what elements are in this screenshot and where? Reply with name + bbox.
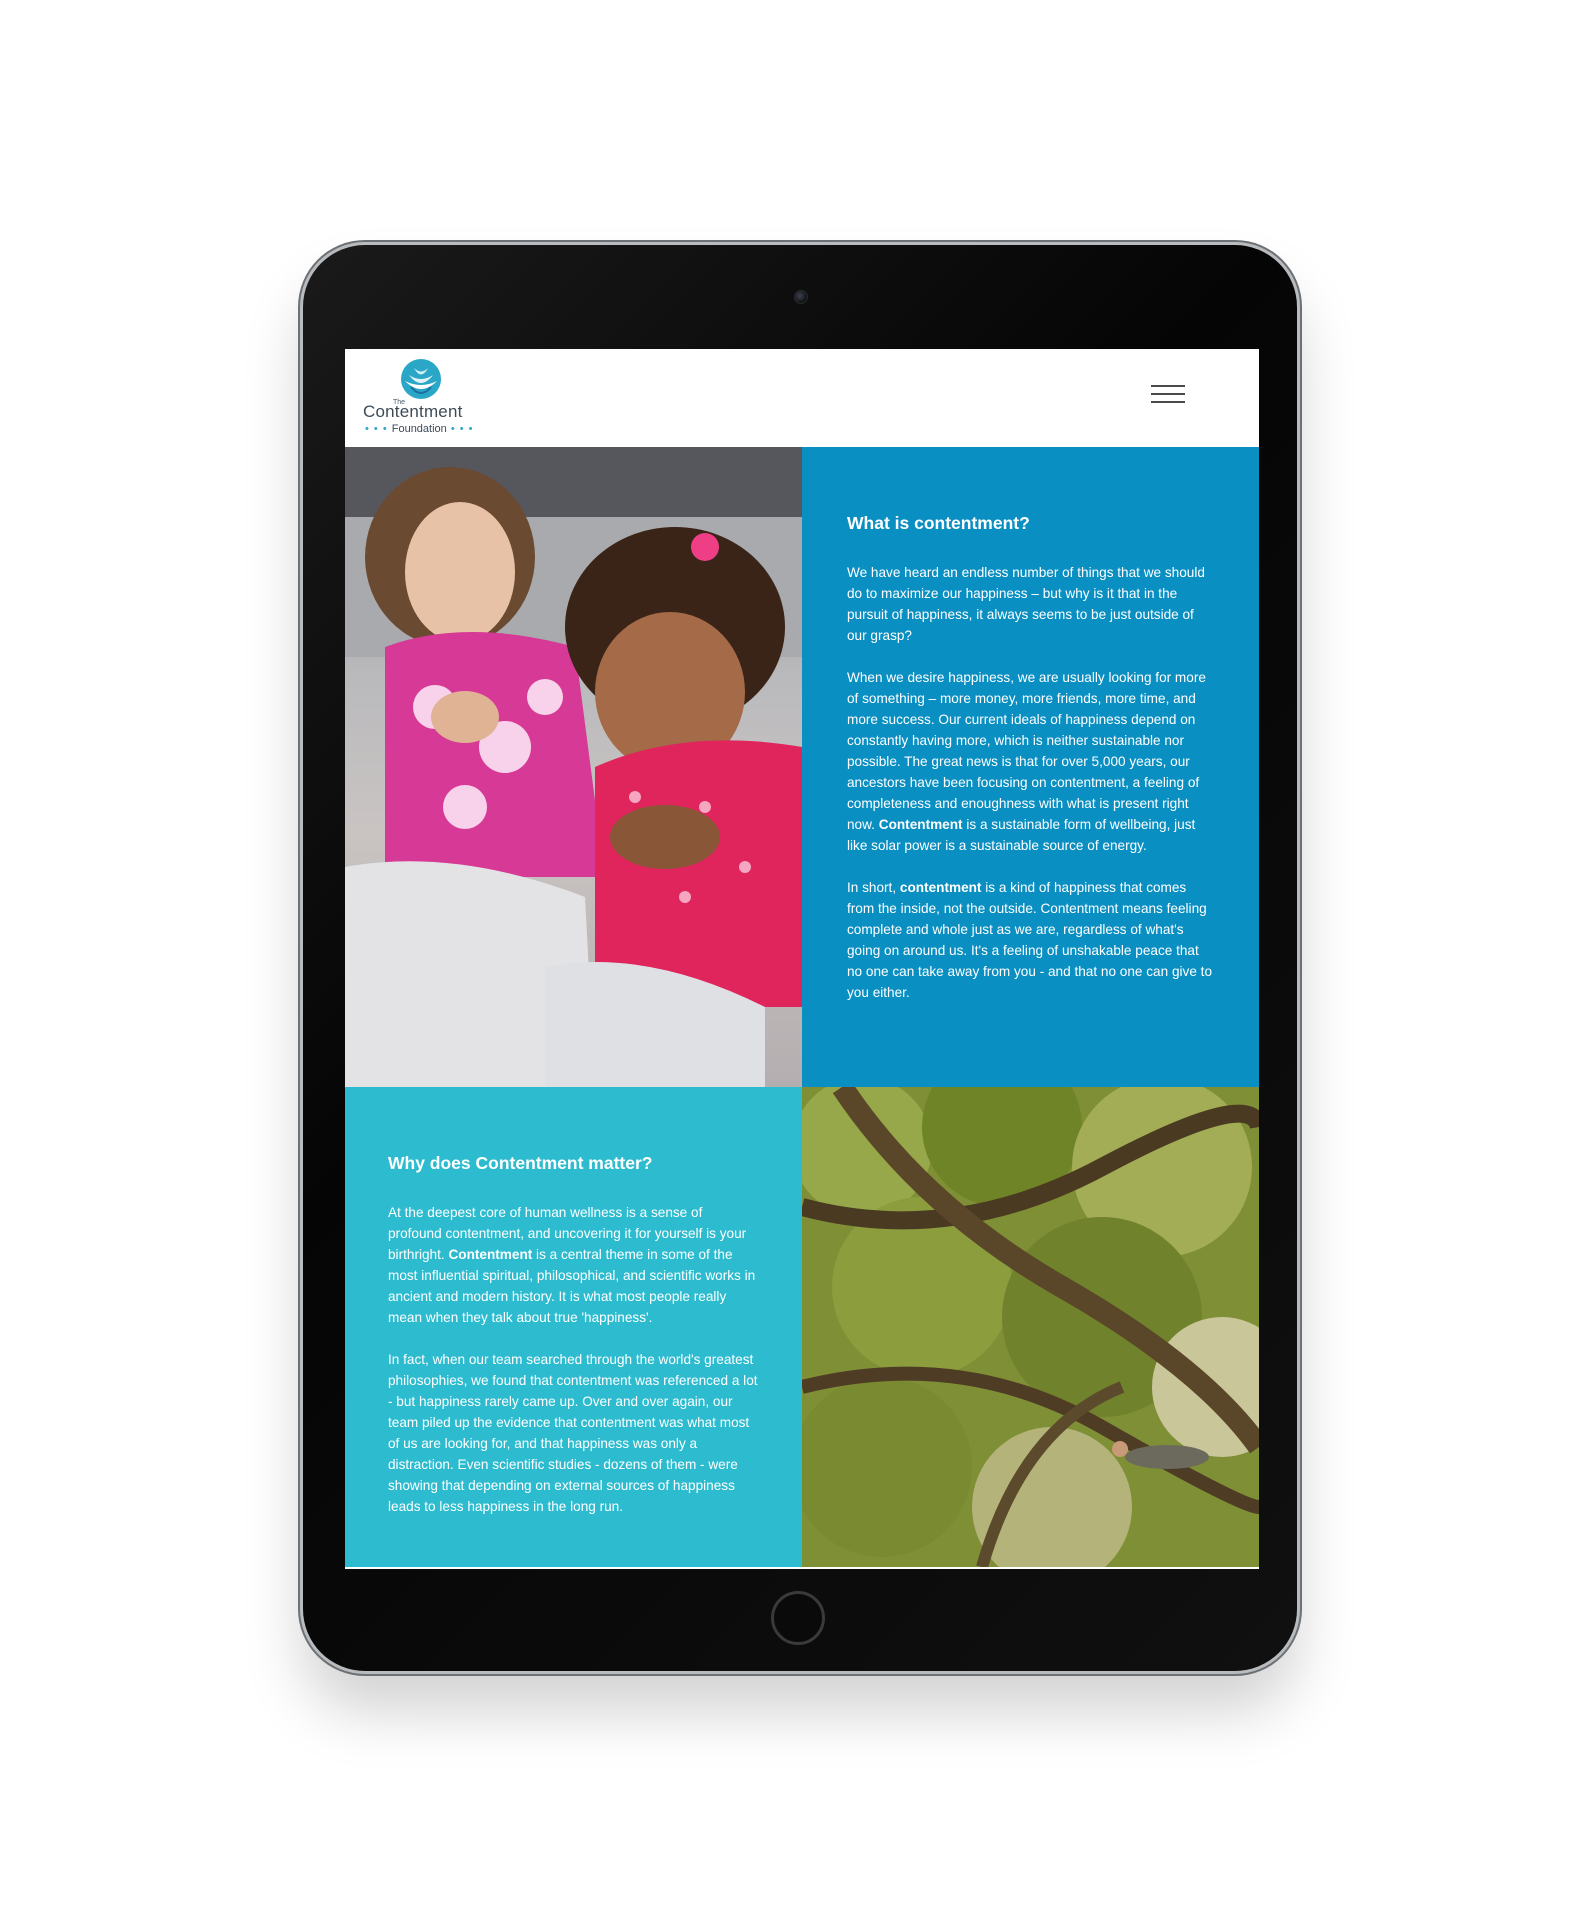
what-is-contentment-content: What is contentment? We have heard an en… [847,513,1217,1024]
tree-photo-illustration [802,1087,1259,1567]
foundation-logo[interactable]: The Contentment • • • Foundation • • • [363,357,483,443]
logo-sub-text: Foundation [391,423,447,435]
why-contentment-matters-section: Why does Contentment matter? At the deep… [345,1087,802,1567]
camera-icon [794,290,808,304]
what-paragraph-3: In short, contentment is a kind of happi… [847,877,1217,1003]
why-contentment-content: Why does Contentment matter? At the deep… [388,1153,758,1538]
children-photo-illustration [345,447,802,1087]
what-paragraph-2-bold: Contentment [878,817,963,832]
what-paragraph-3-text-b: is a kind of happiness that comes from t… [847,880,1213,1000]
home-button[interactable] [771,1591,825,1645]
what-is-contentment-section: What is contentment? We have heard an en… [802,447,1259,1087]
why-paragraph-1: At the deepest core of human wellness is… [388,1202,758,1328]
lotus-logo-icon [401,359,441,399]
why-paragraph-1-bold: Contentment [448,1247,533,1262]
why-contentment-heading: Why does Contentment matter? [388,1153,653,1173]
children-meditating-photo [345,447,802,1087]
logo-dots-left: • • • [365,423,392,435]
what-paragraph-3-bold: contentment [899,880,982,895]
site-header: The Contentment • • • Foundation • • • [345,349,1259,447]
why-paragraph-2: In fact, when our team searched through … [388,1352,758,1514]
menu-bar [1151,401,1185,403]
logo-dots-right: • • • [446,423,474,435]
hamburger-menu-icon[interactable] [1151,385,1187,409]
what-paragraph-1: We have heard an endless number of thing… [847,565,1205,643]
person-resting-in-tree-photo [802,1087,1259,1567]
menu-bar [1151,393,1185,395]
what-is-contentment-heading: What is contentment? [847,513,1030,533]
tablet-device: The Contentment • • • Foundation • • • W… [303,245,1297,1671]
logo-subtitle: • • • Foundation • • • [365,423,474,435]
what-paragraph-2: When we desire happiness, we are usually… [847,667,1217,856]
menu-bar [1151,385,1185,387]
what-paragraph-3-text-a: In short, [847,880,900,895]
logo-name-text: Contentment [363,402,463,421]
what-paragraph-2-text-a: When we desire happiness, we are usually… [847,670,1206,832]
tablet-screen: The Contentment • • • Foundation • • • W… [345,349,1259,1569]
